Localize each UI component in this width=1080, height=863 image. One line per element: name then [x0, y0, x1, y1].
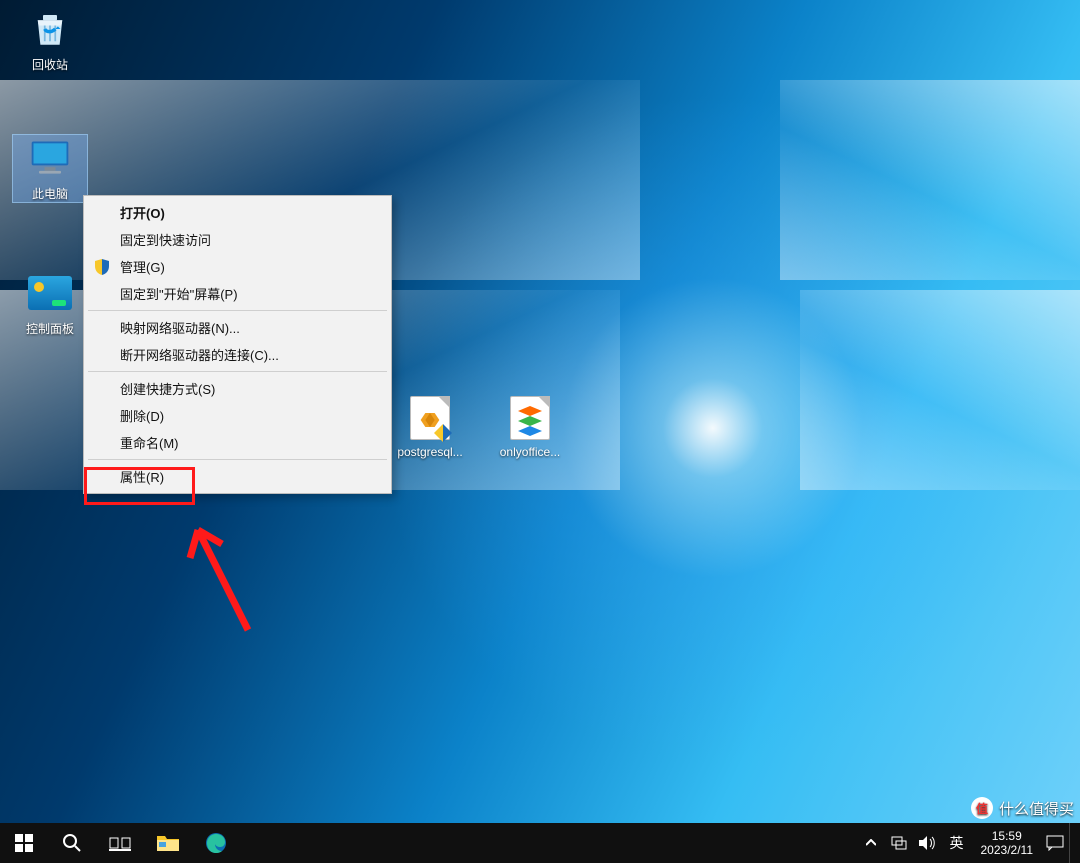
windows-logo-icon: [15, 834, 33, 852]
desktop-icon-postgresql[interactable]: postgresql...: [393, 395, 467, 459]
icon-label: 控制面板: [13, 320, 87, 337]
show-desktop-button[interactable]: [1069, 823, 1076, 863]
clock-date: 2023/2/11: [981, 843, 1034, 857]
tray-network-button[interactable]: [885, 823, 913, 863]
this-pc-icon: [27, 135, 73, 181]
wallpaper-window-pane: [780, 80, 1080, 280]
desktop-icon-onlyoffice[interactable]: onlyoffice...: [493, 395, 567, 459]
annotation-arrow: [178, 500, 298, 640]
menu-separator: [88, 459, 387, 460]
menu-item-properties[interactable]: 属性(R): [86, 463, 389, 490]
tray-volume-button[interactable]: [913, 823, 941, 863]
start-button[interactable]: [0, 823, 48, 863]
installer-icon: [507, 395, 553, 441]
watermark-text: 什么值得买: [999, 798, 1074, 819]
recycle-bin-icon: [27, 6, 73, 52]
clock-time: 15:59: [981, 829, 1034, 843]
action-center-icon: [1046, 835, 1064, 851]
tray-ime-button[interactable]: 英: [941, 823, 973, 863]
taskbar-app-edge[interactable]: [192, 823, 240, 863]
taskbar-app-file-explorer[interactable]: [144, 823, 192, 863]
volume-icon: [918, 835, 936, 851]
file-explorer-icon: [156, 833, 180, 853]
installer-icon: [407, 395, 453, 441]
menu-item-create-shortcut[interactable]: 创建快捷方式(S): [86, 375, 389, 402]
icon-label: 此电脑: [13, 185, 87, 202]
task-view-button[interactable]: [96, 823, 144, 863]
desktop[interactable]: 回收站 此电脑 控制面板 postgresql... onlyoffice..: [0, 0, 1080, 823]
menu-separator: [88, 310, 387, 311]
menu-item-rename[interactable]: 重命名(M): [86, 429, 389, 456]
watermark: 值 什么值得买: [971, 797, 1074, 819]
menu-item-map-drive[interactable]: 映射网络驱动器(N)...: [86, 314, 389, 341]
icon-label: postgresql...: [393, 445, 467, 459]
chevron-up-icon: [866, 839, 876, 847]
icon-label: 回收站: [13, 56, 87, 73]
menu-separator: [88, 371, 387, 372]
menu-item-delete[interactable]: 删除(D): [86, 402, 389, 429]
menu-item-open[interactable]: 打开(O): [86, 199, 389, 226]
uac-shield-icon: [94, 259, 110, 275]
desktop-icon-control-panel[interactable]: 控制面板: [13, 270, 87, 337]
desktop-icon-recycle-bin[interactable]: 回收站: [13, 6, 87, 73]
watermark-logo-icon: 值: [971, 797, 993, 819]
tray-action-center-button[interactable]: [1041, 823, 1069, 863]
task-view-icon: [109, 835, 131, 851]
control-panel-icon: [27, 270, 73, 316]
taskbar: 英 15:59 2023/2/11: [0, 823, 1080, 863]
network-icon: [890, 835, 908, 851]
menu-item-pin-start[interactable]: 固定到"开始"屏幕(P): [86, 280, 389, 307]
desktop-icon-this-pc[interactable]: 此电脑: [13, 135, 87, 202]
tray-overflow-button[interactable]: [857, 823, 885, 863]
menu-item-pin-quick-access[interactable]: 固定到快速访问: [86, 226, 389, 253]
icon-label: onlyoffice...: [493, 445, 567, 459]
menu-item-disconnect-drive[interactable]: 断开网络驱动器的连接(C)...: [86, 341, 389, 368]
tray-clock[interactable]: 15:59 2023/2/11: [973, 829, 1042, 857]
menu-item-manage[interactable]: 管理(G): [86, 253, 389, 280]
wallpaper-window-pane: [800, 290, 1080, 490]
search-button[interactable]: [48, 823, 96, 863]
edge-icon: [205, 832, 227, 854]
context-menu-this-pc: 打开(O) 固定到快速访问 管理(G) 固定到"开始"屏幕(P) 映射网络驱动器…: [83, 195, 392, 494]
search-icon: [62, 833, 82, 853]
